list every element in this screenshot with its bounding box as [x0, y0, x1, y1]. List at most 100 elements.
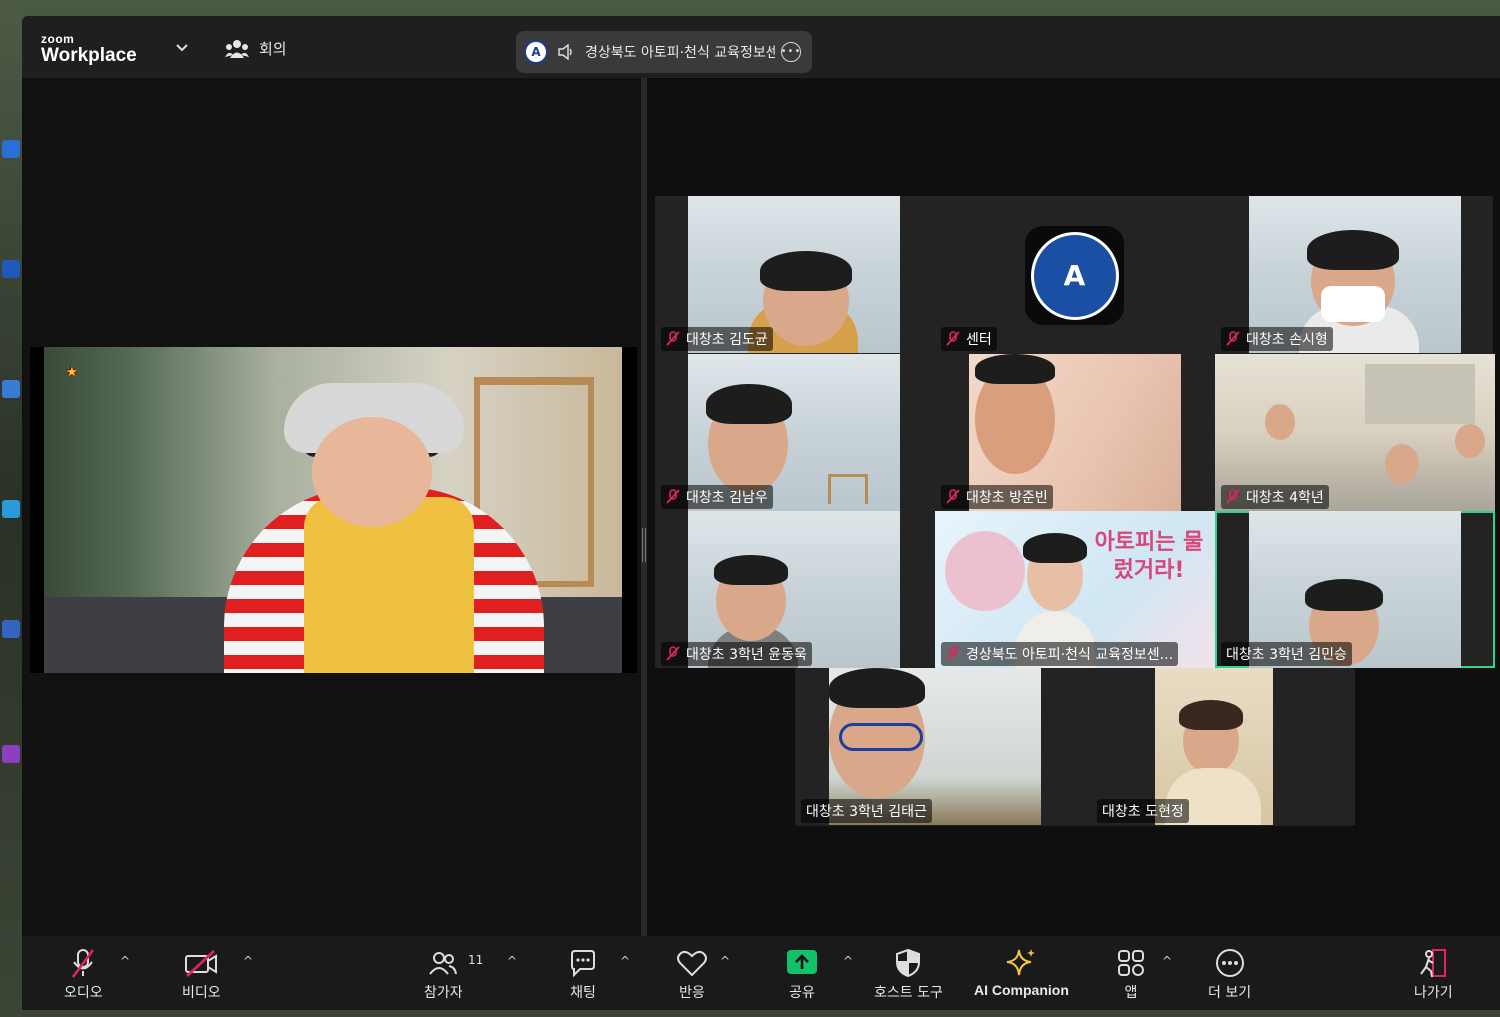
video-tile[interactable]: 대창초 방준빈	[935, 354, 1215, 511]
apps-label: 앱	[1124, 985, 1138, 1001]
meeting-tab-label: 회의	[259, 40, 287, 58]
logo-big-text: Workplace	[41, 45, 137, 66]
mic-muted-icon	[946, 331, 960, 346]
desktop-app-icon[interactable]	[2, 745, 20, 763]
participant-name-tag: 대창초 4학년	[1221, 485, 1329, 509]
more-icon	[1215, 949, 1244, 977]
shared-video[interactable]: ★	[30, 347, 637, 673]
participant-hair	[1023, 533, 1087, 563]
share-screen-icon	[787, 950, 817, 974]
glasses	[839, 723, 923, 751]
participant-name-tag: 대창초 김남우	[661, 485, 773, 509]
participant-hair	[714, 555, 788, 585]
leave-icon	[1420, 949, 1447, 978]
participant-name: 대창초 도현정	[1102, 804, 1184, 820]
audio-options-caret[interactable]: ^	[120, 954, 130, 968]
participant-name: 대창초 3학년 윤동욱	[686, 647, 807, 663]
participant-hair	[1307, 230, 1399, 270]
video-tile[interactable]: 대창초 3학년 김태근	[795, 668, 1075, 825]
title-bar: zoom Workplace 회의 A 경상북도 아토피·천식 교육정보센터 •…	[22, 16, 1500, 78]
divider-grip[interactable]	[642, 528, 646, 562]
participants-options-caret[interactable]: ^	[507, 954, 517, 968]
logo-ring: A	[1030, 231, 1119, 320]
apps-options-caret[interactable]: ^	[1162, 954, 1172, 968]
react-button[interactable]: 반응	[676, 946, 708, 1002]
ai-companion-label: AI Companion	[974, 982, 1069, 998]
desktop-app-icon[interactable]	[2, 260, 20, 278]
more-label: 더 보기	[1208, 985, 1252, 1001]
audio-button[interactable]: 오디오	[64, 946, 103, 1002]
participant-name: 대창초 방준빈	[966, 490, 1048, 506]
center-logo-avatar: A	[1025, 226, 1124, 325]
desktop-icons-strip	[0, 0, 22, 1017]
participants-label: 참가자	[424, 985, 463, 1001]
chevron-down-icon[interactable]	[172, 40, 192, 56]
participant-name: 대창초 손시형	[1246, 332, 1328, 348]
host-tools-button[interactable]: 호스트 도구	[874, 946, 943, 1002]
gallery-view: 대창초 김도균 A 센터 대창초 손시형 대창초 김남우 대창초 방준빈 대창초…	[655, 196, 1495, 826]
leave-button[interactable]: 나가기	[1414, 946, 1453, 1002]
participant-hair	[760, 251, 852, 291]
participants-button[interactable]: 참가자	[424, 946, 463, 1002]
meeting-title: 경상북도 아토피·천식 교육정보센터	[585, 45, 775, 61]
chat-label: 채팅	[570, 985, 596, 1001]
desktop-app-icon[interactable]	[2, 380, 20, 398]
speaker-icon	[558, 44, 572, 60]
audio-label: 오디오	[64, 985, 103, 1001]
ai-companion-button[interactable]: AI Companion	[974, 946, 1069, 998]
video-tile[interactable]: 대창초 3학년 윤동욱	[655, 511, 935, 668]
video-tile[interactable]: 대창초 손시형	[1215, 196, 1493, 353]
participant-name-tag: 대창초 3학년 윤동욱	[661, 642, 812, 666]
video-tile[interactable]: A 센터	[935, 196, 1215, 353]
meeting-toolbar: 오디오 ^ 비디오 ^ 참가자 11 ^ 채팅 ^ 반응 ^ 공유 ^ 호스트 …	[22, 936, 1500, 1010]
mic-muted-icon	[946, 646, 960, 661]
more-button[interactable]: 더 보기	[1208, 946, 1251, 1002]
scene-face	[312, 417, 432, 527]
apps-icon	[1118, 950, 1144, 976]
mic-muted-icon	[666, 489, 680, 504]
meeting-tab[interactable]: 회의	[225, 38, 287, 59]
participant-name: 대창초 김남우	[686, 490, 768, 506]
heart-icon	[677, 950, 707, 977]
video-tile[interactable]: 대창초 4학년	[1215, 354, 1495, 511]
participant-name: 대창초 4학년	[1246, 490, 1324, 506]
share-options-caret[interactable]: ^	[843, 954, 853, 968]
participant-name-tag: 대창초 김도균	[661, 327, 773, 351]
desktop-app-icon[interactable]	[2, 620, 20, 638]
participant-hair	[975, 354, 1055, 384]
chat-options-caret[interactable]: ^	[620, 954, 630, 968]
participants-count: 11	[468, 953, 484, 967]
participant-name-tag: 센터	[941, 327, 997, 351]
mic-muted-icon	[1226, 489, 1240, 504]
video-tile[interactable]: 대창초 도현정	[1075, 668, 1355, 825]
zoom-workplace-logo[interactable]: zoom Workplace	[41, 33, 137, 67]
desktop-app-icon[interactable]	[2, 500, 20, 518]
react-label: 반응	[679, 985, 705, 1001]
participant-name-tag: 대창초 방준빈	[941, 485, 1053, 509]
share-button[interactable]: 공유	[787, 946, 817, 1002]
chat-button[interactable]: 채팅	[568, 946, 598, 1002]
apps-button[interactable]: 앱	[1116, 946, 1146, 1002]
video-tile[interactable]: 아토피는 물렀거라! 경상북도 아토피·천식 교육정보센...	[935, 511, 1215, 668]
participants-icon	[429, 952, 458, 975]
video-options-caret[interactable]: ^	[243, 954, 253, 968]
share-label: 공유	[789, 985, 815, 1001]
mic-muted-icon	[1226, 331, 1240, 346]
more-options-icon[interactable]: •••	[781, 42, 801, 62]
split-divider[interactable]	[641, 78, 647, 936]
shield-icon	[896, 948, 921, 978]
video-tile[interactable]: 대창초 김남우	[655, 354, 935, 511]
video-label: 비디오	[182, 985, 221, 1001]
host-tools-label: 호스트 도구	[874, 985, 943, 1001]
meeting-info-pill[interactable]: A 경상북도 아토피·천식 교육정보센터 •••	[516, 31, 812, 73]
zoom-window: zoom Workplace 회의 A 경상북도 아토피·천식 교육정보센터 •…	[22, 16, 1500, 1010]
sparkle-icon	[1007, 949, 1036, 976]
participant-face	[1265, 404, 1295, 440]
desktop-app-icon[interactable]	[2, 140, 20, 158]
mic-muted-icon	[946, 489, 960, 504]
banner-text: 아토피는 물렀거라!	[1094, 530, 1204, 583]
react-options-caret[interactable]: ^	[720, 954, 730, 968]
video-tile[interactable]: 대창초 김도균	[655, 196, 935, 353]
video-button[interactable]: 비디오	[182, 946, 221, 1002]
video-tile-active-speaker[interactable]: 대창초 3학년 김민승	[1215, 511, 1495, 668]
